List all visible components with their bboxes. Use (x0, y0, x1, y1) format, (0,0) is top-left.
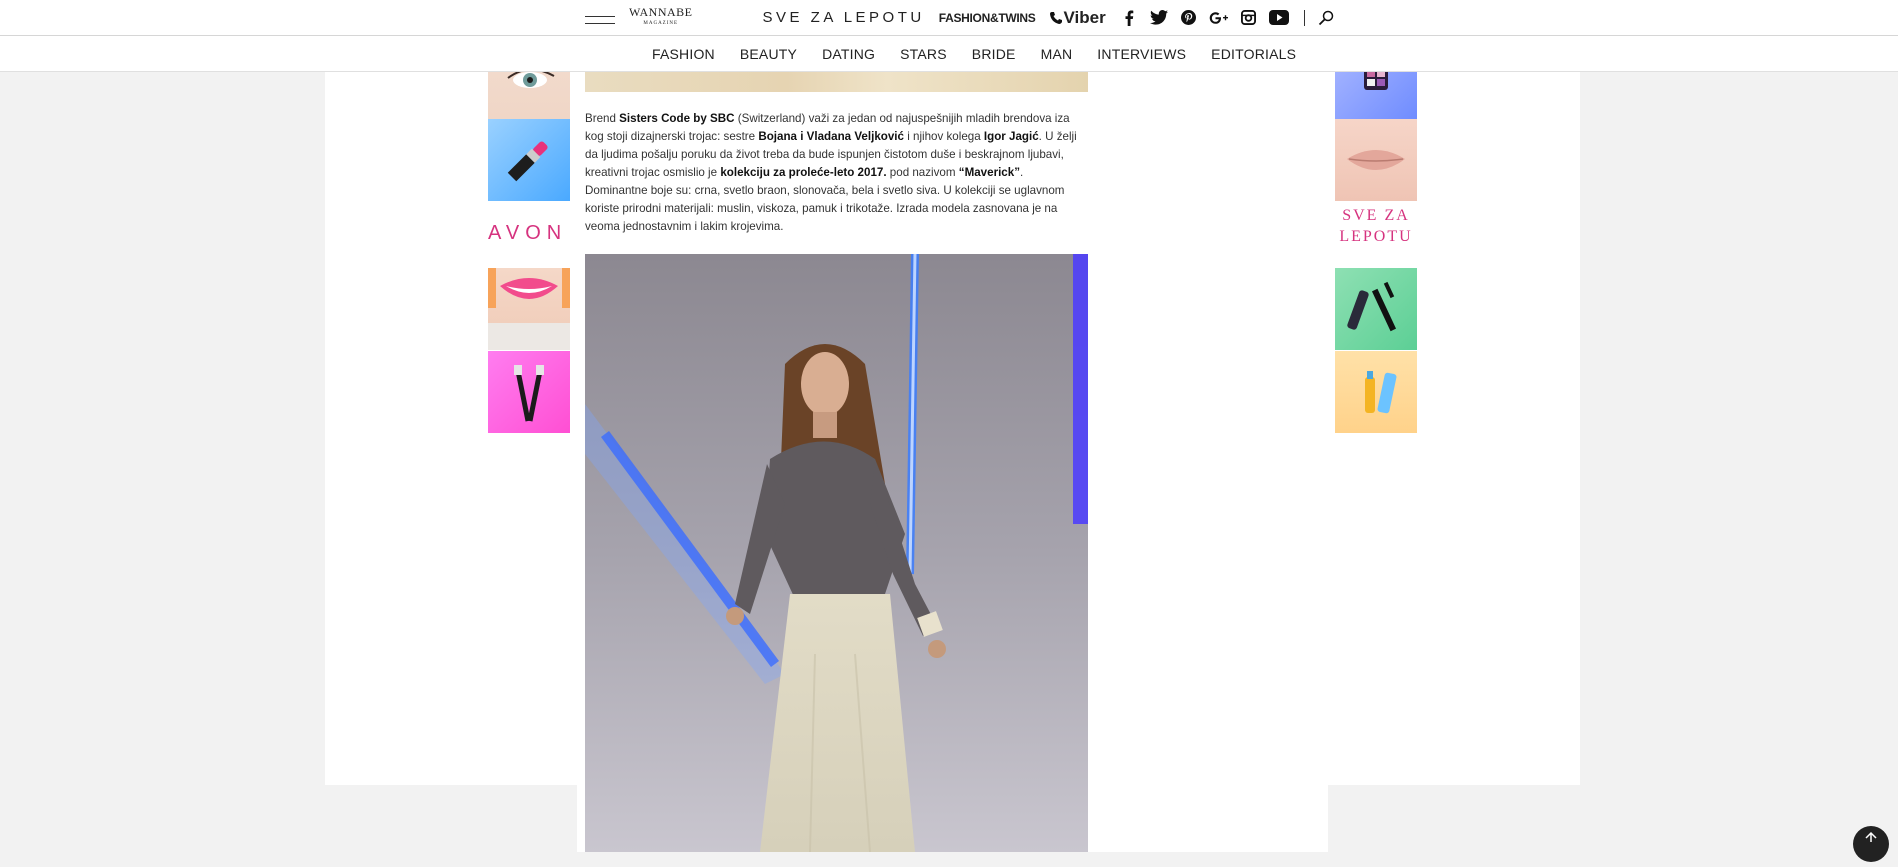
wannabe-logo-sub: MAGAZINE (643, 20, 679, 26)
ad-mascara[interactable] (1335, 268, 1417, 350)
viber-link[interactable]: Viber (1049, 7, 1106, 28)
header-separator (1303, 9, 1305, 26)
ad-pink-lips[interactable] (488, 268, 570, 350)
svezalepotu-logo[interactable]: SVE ZA LEPOTU (763, 9, 925, 26)
svezalepotu-side-logo[interactable]: SVE ZA LEPOTU (1335, 205, 1417, 257)
svezalepotu-side-line2: LEPOTU (1339, 228, 1413, 245)
colleague-name: Igor Jagić (983, 130, 1039, 143)
youtube-icon[interactable] (1268, 7, 1290, 29)
nav-dating[interactable]: DATING (822, 46, 875, 62)
designers-names: Bojana i Vladana Veljković (758, 130, 904, 143)
nav-stars[interactable]: STARS (900, 46, 947, 62)
nav-bride[interactable]: BRIDE (972, 46, 1016, 62)
nav-fashion[interactable]: FASHION (652, 46, 715, 62)
text-span: i njihov kolega (903, 130, 984, 143)
chevron-up-icon (1865, 831, 1877, 842)
fashiontwins-logo[interactable]: FASHION&TWINS (939, 11, 1036, 25)
nav-man[interactable]: MAN (1041, 46, 1073, 62)
text-span: pod nazivom (886, 166, 959, 179)
nav-beauty[interactable]: BEAUTY (740, 46, 797, 62)
ad-brushes[interactable] (488, 351, 570, 433)
wannabe-logo[interactable]: WANNABE MAGAZINE (629, 4, 693, 29)
avon-logo[interactable]: AVON (488, 222, 570, 245)
ad-sunscreen[interactable] (1335, 351, 1417, 433)
text-span: Brend (585, 112, 620, 125)
phone-icon (1050, 11, 1063, 24)
brand-name: Sisters Code by SBC (619, 112, 735, 125)
collection-title: “Maverick” (958, 166, 1020, 179)
menu-icon[interactable] (585, 15, 615, 28)
scroll-top-button[interactable] (1853, 826, 1889, 862)
header-row: WANNABE MAGAZINE SVE ZA LEPOTU FASHION&T… (585, 0, 1345, 35)
nav-items: FASHION BEAUTY DATING STARS BRIDE MAN IN… (652, 36, 1321, 71)
wannabe-logo-text: WANNABE (629, 4, 693, 19)
nav-editorials[interactable]: EDITORIALS (1211, 46, 1296, 62)
search-icon[interactable] (1315, 7, 1337, 29)
collection-name: kolekciju za proleće-leto 2017. (720, 166, 887, 179)
ad-lipstick[interactable] (488, 119, 570, 201)
main-nav: FASHION BEAUTY DATING STARS BRIDE MAN IN… (0, 36, 1898, 72)
ad-nude-lips[interactable] (1335, 119, 1417, 201)
runway-photo (585, 254, 1088, 852)
nav-interviews[interactable]: INTERVIEWS (1097, 46, 1186, 62)
facebook-icon[interactable] (1118, 7, 1140, 29)
google-plus-icon[interactable] (1208, 7, 1230, 29)
instagram-icon[interactable] (1238, 7, 1260, 29)
pinterest-icon[interactable] (1178, 7, 1200, 29)
viber-label: Viber (1063, 7, 1106, 27)
article-paragraph: Brend Sisters Code by SBC (Switzerland) … (585, 110, 1088, 236)
twitter-icon[interactable] (1148, 7, 1170, 29)
svezalepotu-side-line1: SVE ZA (1342, 207, 1410, 224)
top-header: WANNABE MAGAZINE SVE ZA LEPOTU FASHION&T… (0, 0, 1898, 36)
